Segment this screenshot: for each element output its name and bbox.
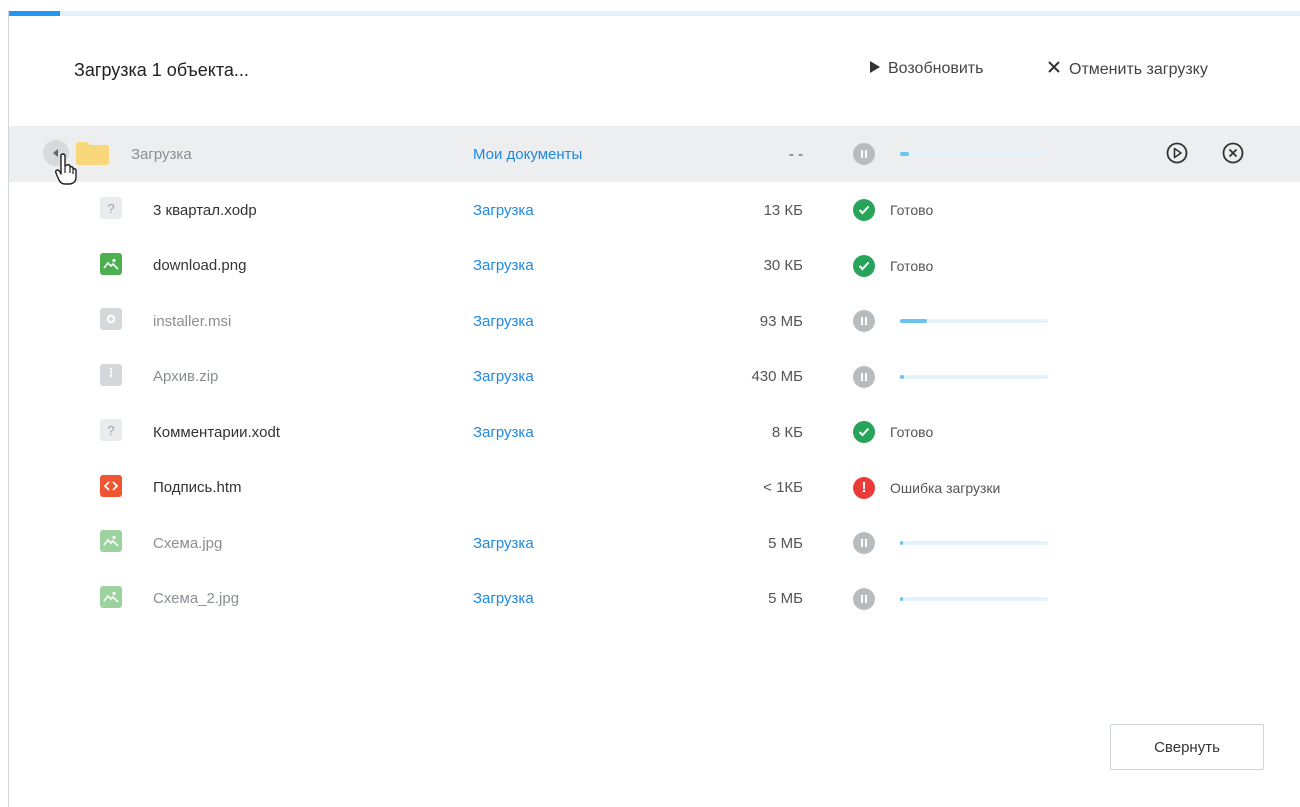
file-row[interactable]: installer.msi Загрузка 93 МБ (9, 293, 1300, 349)
file-destination-link[interactable]: Загрузка (473, 238, 534, 294)
file-destination-link[interactable]: Загрузка (473, 571, 534, 627)
file-size: 430 МБ (751, 368, 803, 385)
check-circle-icon (853, 254, 875, 277)
file-status (853, 571, 875, 627)
status-text: Готово (890, 202, 934, 218)
file-progress-fill (900, 319, 927, 323)
file-size: < 1КБ (763, 479, 803, 496)
unknown-file-icon: ? (100, 419, 122, 441)
file-size: 5 МБ (768, 534, 803, 552)
file-status: Готово (853, 182, 933, 238)
group-name: Загрузка (131, 145, 192, 163)
cancel-group-button[interactable] (1222, 142, 1244, 164)
file-row[interactable]: ? Комментарии.xodt Загрузка 8 КБ Готово (9, 404, 1300, 460)
file-size: 93 МБ (759, 312, 803, 330)
check-circle-icon (853, 421, 875, 443)
overall-progress-bar (8, 11, 1300, 16)
hand-cursor-icon (54, 153, 80, 190)
file-name: 3 квартал.xodp (153, 201, 257, 219)
check-circle-icon (853, 199, 875, 221)
group-status (853, 126, 875, 182)
resume-group-button[interactable] (1166, 142, 1188, 164)
file-status (853, 349, 875, 405)
file-size: 13 КБ (763, 201, 803, 219)
pause-icon[interactable] (853, 532, 875, 554)
file-progress-bar (900, 541, 1048, 545)
file-progress-bar (900, 374, 1048, 379)
group-destination-link[interactable]: Мои документы (473, 126, 582, 182)
pause-icon[interactable] (853, 587, 875, 610)
upload-group-row[interactable]: Загрузка Мои документы - - (9, 126, 1300, 182)
file-row[interactable]: Подпись.htm < 1КБ! Ошибка загрузки (9, 460, 1300, 516)
file-name: Комментарии.xodt (153, 423, 280, 441)
file-name: installer.msi (153, 312, 232, 330)
file-row[interactable]: Схема.jpg Загрузка 5 МБ (9, 515, 1300, 571)
status-text: Готово (890, 424, 934, 440)
file-status (853, 293, 875, 349)
overall-progress-fill (8, 11, 60, 16)
file-destination-link[interactable]: Загрузка (473, 349, 534, 405)
status-text: Ошибка загрузки (890, 479, 1001, 496)
file-size: 30 КБ (763, 257, 803, 274)
file-destination-link[interactable]: Загрузка (473, 515, 534, 571)
play-icon (870, 60, 880, 78)
error-icon: ! (853, 476, 875, 499)
image-file-icon (100, 252, 122, 275)
file-progress-bar (900, 596, 1048, 601)
file-name: Схема_2.jpg (153, 590, 240, 607)
pause-icon[interactable] (853, 310, 875, 332)
file-progress-fill (900, 374, 905, 379)
collapse-button[interactable]: Свернуть (1110, 724, 1264, 770)
file-row[interactable]: Архив.zip Загрузка 430 МБ (9, 349, 1300, 405)
file-row[interactable]: ? 3 квартал.xodp Загрузка 13 КБ Готово (9, 182, 1300, 238)
image-file-icon (100, 585, 122, 608)
file-destination-link[interactable]: Загрузка (473, 404, 534, 460)
cancel-upload-button[interactable]: Отменить загрузку (1047, 60, 1208, 79)
status-text: Готово (890, 257, 934, 274)
file-name: Архив.zip (153, 368, 219, 385)
file-row[interactable]: Схема_2.jpg Загрузка 5 МБ (9, 571, 1300, 627)
file-destination-link[interactable]: Загрузка (473, 182, 534, 238)
file-name: download.png (153, 257, 247, 274)
resume-all-label: Возобновить (888, 60, 984, 77)
file-status: ! Ошибка загрузки (853, 460, 1000, 516)
unknown-file-icon: ? (100, 197, 122, 219)
close-circle-icon (1222, 142, 1244, 168)
group-size: - - (788, 145, 803, 163)
installer-file-icon (100, 308, 122, 330)
file-name: Схема.jpg (153, 534, 223, 552)
group-progress-bar (900, 152, 1048, 156)
file-progress-fill (900, 541, 903, 545)
folder-icon (76, 142, 109, 165)
image-file-icon (100, 530, 122, 552)
play-circle-icon (1166, 142, 1188, 168)
file-status: Готово (853, 404, 933, 460)
file-name: Подпись.htm (153, 479, 242, 496)
cancel-upload-label: Отменить загрузку (1069, 60, 1208, 78)
file-status (853, 515, 875, 571)
file-row[interactable]: download.png Загрузка 30 КБ Готово (9, 238, 1300, 294)
archive-file-icon (100, 363, 122, 386)
file-progress-fill (900, 596, 903, 601)
html-file-icon (100, 474, 122, 497)
pause-icon[interactable] (853, 365, 875, 388)
file-progress-bar (900, 319, 1048, 323)
page-title: Загрузка 1 объекта... (74, 60, 249, 80)
pause-icon[interactable] (853, 143, 875, 165)
file-size: 5 МБ (768, 590, 803, 607)
file-status: Готово (853, 238, 933, 294)
file-destination-link[interactable]: Загрузка (473, 293, 534, 349)
file-size: 8 КБ (771, 423, 803, 441)
group-progress-fill (900, 152, 909, 156)
close-icon (1047, 60, 1061, 79)
resume-all-button[interactable]: Возобновить (870, 60, 983, 78)
